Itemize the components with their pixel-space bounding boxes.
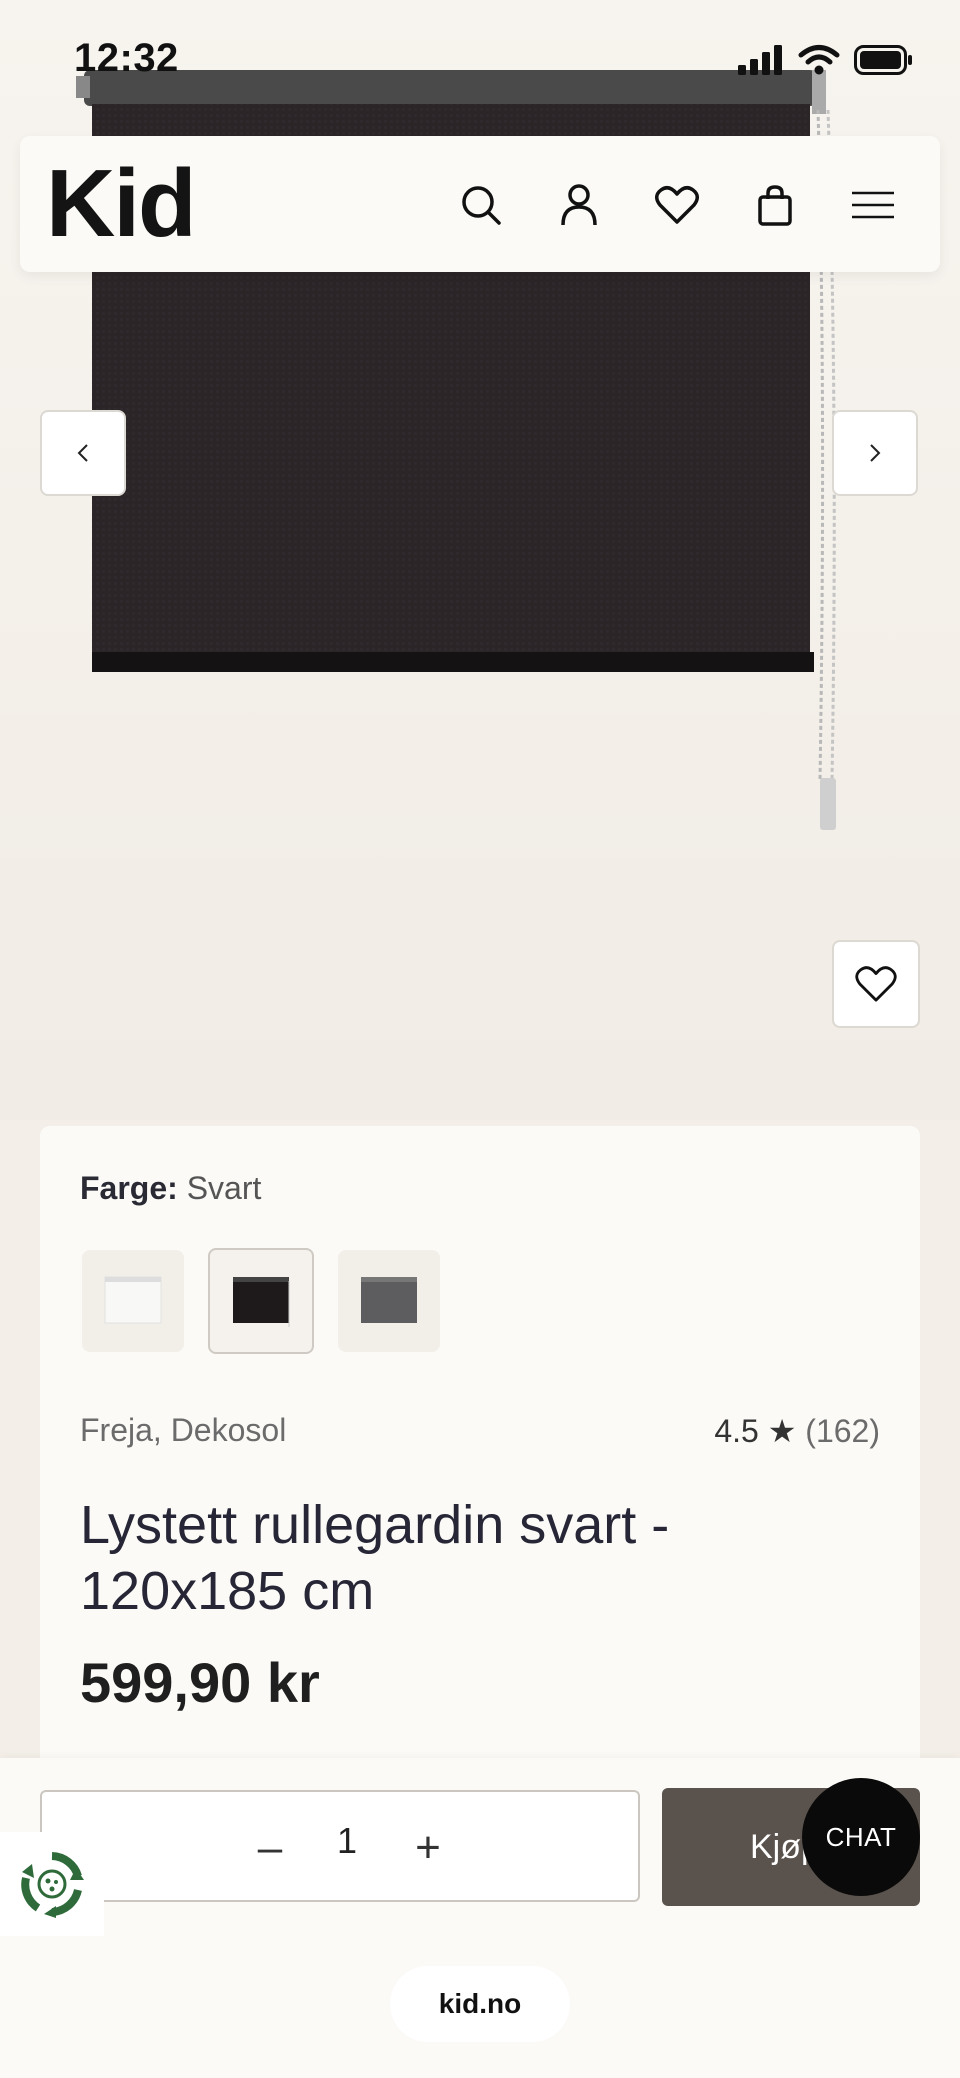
heart-icon <box>855 966 897 1002</box>
product-title: Lystett rullegardin svart - 120x185 cm <box>80 1495 670 1621</box>
account-icon[interactable] <box>550 176 608 234</box>
color-label-value: Svart <box>186 1170 262 1206</box>
product-price: 599,90 kr <box>80 1651 320 1714</box>
product-rating[interactable]: 4.5 ★ (162) <box>714 1412 880 1450</box>
carousel-next-button[interactable] <box>832 410 918 496</box>
wishlist-heart-icon[interactable] <box>648 176 706 234</box>
chevron-left-icon <box>77 444 88 462</box>
product-image-roller-blind <box>76 70 836 830</box>
wifi-icon <box>798 45 840 75</box>
status-time: 12:32 <box>74 36 179 80</box>
site-header: Kid <box>20 136 940 272</box>
product-info-card: Farge: Svart Freja, Dekosol 4.5 ★ (162) … <box>40 1126 920 1766</box>
kid-logo[interactable]: Kid <box>46 154 197 254</box>
shopping-bag-icon[interactable] <box>746 176 804 234</box>
color-swatch-black[interactable] <box>208 1248 314 1354</box>
quantity-value[interactable]: 1 <box>332 1820 362 1862</box>
add-to-favorites-button[interactable] <box>832 940 920 1028</box>
quantity-decrease-button[interactable]: – <box>242 1820 298 1876</box>
battery-icon <box>854 45 912 75</box>
quantity-increase-button[interactable]: + <box>400 1820 456 1876</box>
color-swatch-white[interactable] <box>82 1250 184 1352</box>
chevron-right-icon <box>870 444 881 462</box>
signal-icon <box>738 45 782 75</box>
carousel-prev-button[interactable] <box>40 410 126 496</box>
status-icons <box>738 44 914 76</box>
purchase-bar: – 1 + Kjøp CHAT kid.no <box>0 1758 960 2078</box>
rating-value: 4.5 <box>714 1413 759 1449</box>
chat-button[interactable]: CHAT <box>802 1778 920 1896</box>
menu-icon[interactable] <box>844 176 902 234</box>
quantity-stepper: – 1 + <box>40 1790 640 1902</box>
color-label-key: Farge: <box>80 1170 178 1206</box>
recycle-icon <box>21 1852 84 1918</box>
search-icon[interactable] <box>452 176 510 234</box>
chat-button-label: CHAT <box>825 1821 897 1852</box>
star-icon: ★ <box>767 1413 797 1449</box>
status-bar: 12:32 <box>0 0 960 120</box>
product-brand[interactable]: Freja, Dekosol <box>80 1412 286 1449</box>
browser-url-pill[interactable]: kid.no <box>390 1966 570 2042</box>
color-swatch-grey[interactable] <box>338 1250 440 1352</box>
color-label: Farge: Svart <box>80 1170 261 1207</box>
eco-badge[interactable] <box>0 1832 104 1936</box>
review-count: (162) <box>805 1413 880 1449</box>
